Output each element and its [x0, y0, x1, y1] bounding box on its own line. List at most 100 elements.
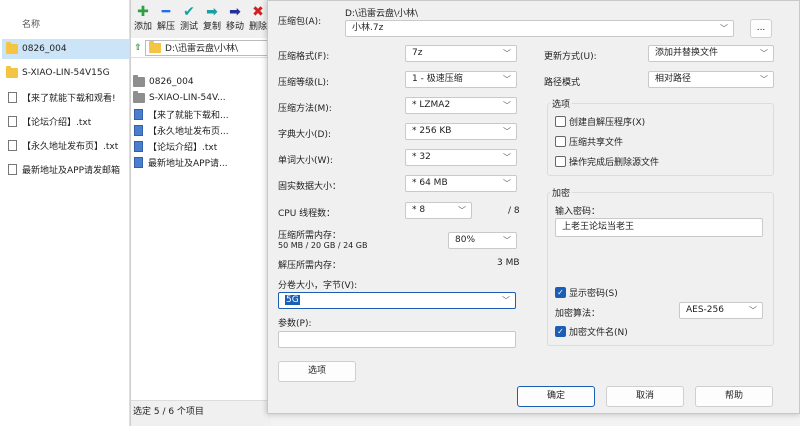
dictionary-combo[interactable]: * 256 KB ﹀	[405, 123, 517, 140]
archive-manager-window: ✚ 添加 ━ 解压 ✔ 测试 ➡ 复制 ➡ 移动 ✖ 删除 ⇧ D:\迅雷云盘\小林\ 0826_00…	[130, 0, 271, 426]
options-button[interactable]: 选项	[278, 361, 356, 382]
encryption-group-title: 加密	[550, 186, 573, 199]
memory-usage-combo[interactable]: 80% ﹀	[448, 232, 517, 249]
chevron-down-icon: ﹀	[502, 296, 510, 305]
encryption-method-combo[interactable]: AES-256 ﹀	[679, 302, 763, 319]
chevron-down-icon: ﹀	[503, 236, 511, 245]
document-icon	[8, 163, 17, 175]
word-size-combo[interactable]: * 32 ﹀	[405, 149, 517, 166]
params-label: 参数(P):	[278, 319, 312, 329]
word-size-label: 单词大小(W):	[278, 156, 333, 166]
toolbar-button[interactable]: ✚ 添加	[132, 4, 154, 36]
volume-size-combo[interactable]: 5G ﹀	[278, 292, 516, 309]
checkbox-box	[555, 156, 566, 167]
plus-icon: ✚	[137, 4, 149, 20]
cpu-threads-label: CPU 线程数：	[278, 209, 336, 219]
help-button[interactable]: 帮助	[695, 386, 773, 407]
add-to-archive-dialog: 压缩包(A): D:\迅雷云盘\小林\ 小林.7z ﹀ ... 压缩格式(F):…	[267, 0, 800, 414]
explorer-row[interactable]: 【论坛介绍】.txt	[6, 111, 129, 131]
list-item-name: 【永久地址发布页...	[148, 126, 229, 137]
checkmark-icon: ✓	[555, 287, 566, 298]
explorer-row[interactable]: S-XIAO-LIN-54V15G	[6, 63, 129, 83]
move-arrow-icon: ➡	[229, 4, 241, 20]
chevron-down-icon: ﹀	[458, 206, 466, 215]
explorer-row-name: 【永久地址发布页】.txt	[22, 141, 119, 152]
checkbox-box	[555, 136, 566, 147]
toolbar-button-label: 添加	[133, 22, 152, 32]
shared-files-checkbox[interactable]: 压缩共享文件	[555, 135, 623, 148]
list-item[interactable]: 【论坛介绍】.txt	[133, 138, 271, 154]
document-icon	[134, 156, 143, 168]
browse-button[interactable]: ...	[750, 19, 772, 38]
show-password-checkbox[interactable]: ✓ 显示密码(S)	[555, 286, 618, 299]
path-mode-value: 相对路径	[655, 74, 692, 84]
sfx-checkbox[interactable]: 创建自解压程序(X)	[555, 115, 645, 128]
chevron-down-icon: ﹀	[760, 75, 768, 84]
cpu-threads-combo[interactable]: * 8 ﹀	[405, 202, 472, 219]
toolbar-button[interactable]: ➡ 移动	[224, 4, 246, 36]
solid-size-label: 固实数据大小：	[278, 182, 342, 192]
address-text: D:\迅雷云盘\小林\	[165, 44, 239, 54]
path-mode-combo[interactable]: 相对路径 ﹀	[648, 71, 774, 88]
document-icon	[8, 115, 17, 127]
list-item[interactable]: 【永久地址发布页...	[133, 122, 271, 138]
address-path[interactable]: D:\迅雷云盘\小林\	[145, 39, 271, 56]
encryption-method-label: 加密算法：	[555, 309, 601, 319]
level-value: 1 - 极速压缩	[412, 74, 463, 84]
toolbar-button[interactable]: ➡ 复制	[201, 4, 223, 36]
explorer-row[interactable]: 【来了就能下载和观看!	[6, 87, 129, 107]
update-mode-label: 更新方式(U):	[544, 52, 597, 62]
memory-usage-value: 80%	[455, 235, 476, 245]
list-item-name: 【论坛介绍】.txt	[148, 142, 218, 153]
toolbar-button[interactable]: ✖ 删除	[247, 4, 269, 36]
list-item[interactable]: 【来了就能下载和...	[133, 106, 271, 122]
dictionary-label: 字典大小(D):	[278, 130, 331, 140]
update-mode-value: 添加并替换文件	[655, 48, 719, 58]
solid-size-combo[interactable]: * 64 MB ﹀	[405, 175, 517, 192]
document-icon	[134, 140, 143, 152]
toolbar-button-label: 移动	[225, 22, 244, 32]
ok-button[interactable]: 确定	[517, 386, 595, 407]
explorer-row[interactable]: 0826_004	[2, 39, 129, 59]
status-bar: 选定 5 / 6 个项目	[131, 400, 271, 426]
toolbar-button-label: 复制	[202, 22, 221, 32]
delete-source-checkbox[interactable]: 操作完成后删除源文件	[555, 155, 659, 168]
chevron-down-icon: ﹀	[760, 49, 768, 58]
folder-icon	[133, 75, 145, 87]
toolbar-button-label: 测试	[179, 22, 198, 32]
memory-label: 压缩所需内存：	[278, 231, 342, 241]
method-combo[interactable]: * LZMA2 ﹀	[405, 97, 517, 114]
chevron-down-icon: ﹀	[503, 75, 511, 84]
column-header-name[interactable]: 名称	[0, 15, 129, 35]
toolbar-button[interactable]: ━ 解压	[155, 4, 177, 36]
file-explorer-pane: 名称 0826_004 S-XIAO-LIN-54V15G 【来了就能下载和观看! 【…	[0, 0, 130, 426]
cancel-button[interactable]: 取消	[606, 386, 684, 407]
folder-icon	[6, 66, 18, 78]
chevron-down-icon: ﹀	[749, 306, 757, 315]
encrypt-names-checkbox[interactable]: ✓ 加密文件名(N)	[555, 325, 628, 338]
list-item-name: 最新地址及APP请...	[148, 158, 228, 169]
list-item[interactable]: 0826_004	[133, 74, 271, 90]
list-item-name: S-XIAO-LIN-54V...	[149, 93, 226, 103]
list-item[interactable]: S-XIAO-LIN-54V...	[133, 90, 271, 106]
password-input[interactable]: 上老王论坛当老王	[555, 218, 763, 237]
method-value: * LZMA2	[412, 100, 451, 110]
toolbar-button[interactable]: ✔ 测试	[178, 4, 200, 36]
document-icon	[8, 91, 17, 103]
document-icon	[134, 108, 143, 120]
list-item-name: 0826_004	[149, 77, 194, 87]
folder-icon	[6, 42, 18, 54]
explorer-row[interactable]: 【永久地址发布页】.txt	[6, 135, 129, 155]
params-input[interactable]	[278, 331, 516, 348]
list-item[interactable]: 最新地址及APP请...	[133, 154, 271, 170]
level-label: 压缩等级(L):	[278, 78, 330, 88]
level-combo[interactable]: 1 - 极速压缩 ﹀	[405, 71, 517, 88]
explorer-row[interactable]: 最新地址及APP请发邮箱	[6, 159, 129, 179]
cpu-threads-value: * 8	[412, 205, 426, 215]
explorer-row-name: 【论坛介绍】.txt	[22, 117, 92, 128]
up-folder-icon[interactable]: ⇧	[131, 43, 145, 53]
update-mode-combo[interactable]: 添加并替换文件 ﹀	[648, 45, 774, 62]
archive-name-combo[interactable]: 小林.7z ﹀	[345, 20, 734, 37]
format-combo[interactable]: 7z ﹀	[405, 45, 517, 62]
decompress-memory-value: 3 MB	[497, 258, 520, 268]
